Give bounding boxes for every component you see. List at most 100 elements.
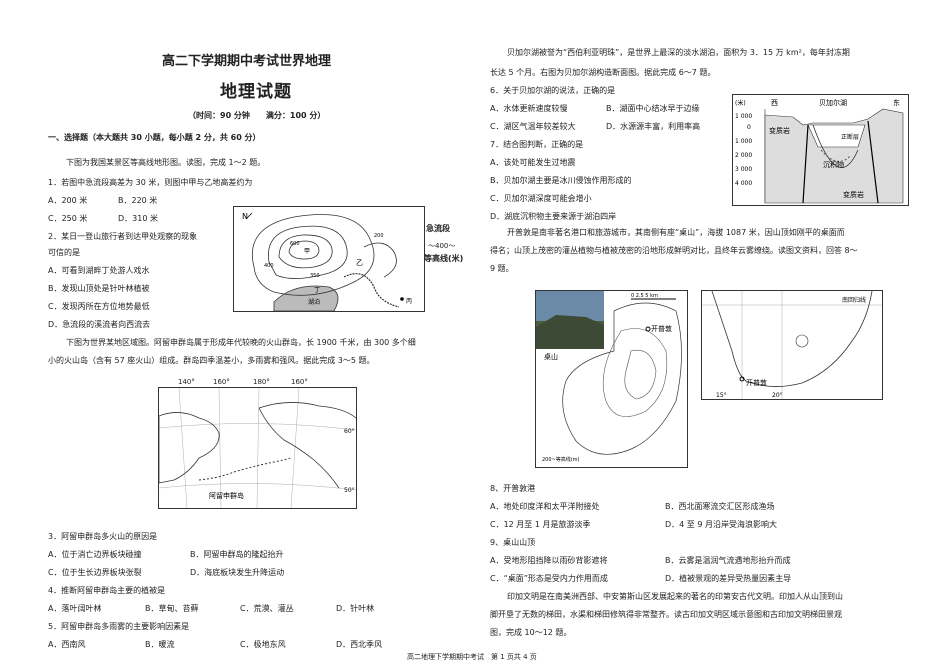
lon-20: 20° (772, 392, 783, 399)
q4-option-c[interactable]: C．荒漠、灌丛 (240, 604, 294, 614)
section-west: 西 (771, 99, 778, 107)
q6-option-a[interactable]: A．水体更新速度较慢 (490, 104, 567, 114)
intro-q10-12-line3: 图，完成 10～12 题。 (490, 628, 572, 637)
q3-option-c[interactable]: C．位于生长边界板块张裂 (48, 568, 142, 578)
q9-option-a[interactable]: A．受地形阻挡降以雨砂背影遮将 (490, 556, 607, 566)
basement-label: 变质岩 (843, 190, 864, 199)
table-mountain-label: 桌山 (544, 352, 558, 361)
q7-option-b[interactable]: B．贝加尔湖主要是冰川侵蚀作用形成的 (490, 176, 632, 186)
intro-q8-9-line3: 9 题。 (490, 264, 514, 273)
sediment-label: 沉积物 (823, 160, 844, 169)
q6-option-c[interactable]: C．湖区气温年较差较大 (490, 122, 576, 132)
q7-option-a[interactable]: A．该处可能发生过地震 (490, 158, 575, 168)
q8-option-b[interactable]: B．西北面寒流交汇区形成渔场 (665, 502, 775, 512)
question-7: 7．结合图判断，正确的是 (490, 140, 584, 149)
legend-contour: 等高线(米) (424, 254, 464, 263)
lon-180: 180° (253, 378, 270, 386)
north-label: N (242, 212, 248, 221)
legend-rapid: 急流段 (426, 224, 450, 233)
lon-160w: 160° (291, 378, 308, 386)
q8-option-c[interactable]: C．12 月至 1 月是旅游淡季 (490, 520, 590, 530)
q4-option-a[interactable]: A．落叶阔叶林 (48, 604, 101, 614)
q2-option-b[interactable]: B．发现山顶处是针叶林植被 (48, 284, 150, 294)
lon-15: 15° (716, 392, 727, 399)
q2-option-c[interactable]: C．发现丙所在方位地势最低 (48, 302, 150, 312)
q1-option-c[interactable]: C．250 米 (48, 214, 87, 224)
lat-60: 60° (344, 428, 355, 435)
intro-q3-5-line1: 下图为世界某地区域图。阿留申群岛属于形成年代较晚的火山群岛，长 1900 千米，… (66, 338, 416, 347)
ding-label: 丁 (314, 287, 320, 294)
q7-option-d[interactable]: D．湖底沉积物主要来源于湖泊四岸 (490, 212, 616, 222)
contour-map: N 甲 乙 丙 丁 湖泊 600 400 350 200 (233, 206, 425, 312)
exam-meta: （时间：90 分钟 满分：100 分） (188, 111, 326, 120)
contour-legend: 200~等高线(m) (542, 456, 580, 463)
intro-q3-5-line2: 小的火山岛（含有 57 座火山）组成。群岛四季温差小，多雨雾和强风。据此完成 3… (48, 356, 375, 365)
question-8: 8、开普敦港 (490, 484, 536, 493)
y-n1000: 1 000 (735, 138, 752, 145)
question-9: 9、桌山山顶 (490, 538, 536, 547)
question-4: 4．推断阿留申群岛主要的植被是 (48, 586, 166, 595)
section-heading: 一、选择题（本大题共 30 小题，每小题 2 分，共 60 分） (48, 133, 261, 142)
aleutian-label: 阿留申群岛 (209, 491, 244, 500)
scale-label: 0 2.5 5 km (631, 293, 658, 299)
intro-q6-7-line2: 长达 5 个月。右图为贝加尔湖构造断面图。据此完成 6～7 题。 (490, 68, 716, 77)
map-cape-town-label: 开普敦 (746, 378, 767, 387)
q5-option-c[interactable]: C．极地东风 (240, 640, 286, 650)
contour-350: 350 (310, 273, 320, 279)
q9-option-c[interactable]: C．“桌面”形态是受内力作用而成 (490, 574, 608, 584)
q7-option-c[interactable]: C．贝加尔湖深度可能会增小 (490, 194, 592, 204)
intro-q10-12-line1: 印加文明是在南美洲西部、中安第斯山区发展起来的著名的印第安古代文明。印加人从山顶… (507, 592, 843, 601)
q2-option-a[interactable]: A．可看到湖畔丁处游人戏水 (48, 266, 149, 276)
intro-q1-2: 下图为我国某景区等高线地形图。读图，完成 1～2 题。 (66, 158, 266, 167)
q5-option-a[interactable]: A．西南风 (48, 640, 85, 650)
cape-town-map: 0 2.5 5 km 开普敦 桌山 200~等高线(m) (535, 290, 688, 468)
south-africa-map: 南回归线 开普敦 15° 20° (701, 290, 883, 400)
q6-option-b[interactable]: B．湖面中心结冰早于边缘 (606, 104, 700, 114)
baikal-section: (米) 西 贝加尔湖 东 1 000 0 1 000 2 000 3 000 4… (732, 94, 909, 206)
fault-label: 正断层 (841, 133, 859, 141)
intro-q6-7-line1: 贝加尔湖被誉为“西伯利亚明珠”，是世界上最深的淡水湖泊，面积为 3．15 万 k… (507, 48, 850, 57)
question-1: 1．若图中急流段高差为 30 米，则图中甲与乙地高差约为 (48, 178, 253, 187)
y-n4000: 4 000 (735, 180, 752, 187)
q3-option-d[interactable]: D．海底板块发生升降运动 (190, 568, 284, 578)
jia-label: 甲 (304, 248, 310, 255)
metamorphic-label: 变质岩 (769, 126, 790, 135)
question-3: 3．阿留申群岛多火山的原因是 (48, 532, 158, 541)
q8-option-a[interactable]: A．地处印度洋和太平洋附接处 (490, 502, 599, 512)
q6-option-d[interactable]: D．水源源丰富，利用率高 (606, 122, 700, 132)
aleutian-map: 阿留申群岛 60° 50° (158, 387, 357, 509)
q5-option-d[interactable]: D．西北季风 (336, 640, 382, 650)
q1-option-a[interactable]: A．200 米 (48, 196, 87, 206)
question-2: 2．某日一登山旅行者到达甲处观察的现象 (48, 232, 198, 241)
q5-option-b[interactable]: B．暖流 (145, 640, 175, 650)
q8-option-d[interactable]: D．4 至 9 月沿岸受海浪影响大 (665, 520, 777, 530)
q3-option-b[interactable]: B．阿留申群岛的隆起抬升 (190, 550, 284, 560)
q3-option-a[interactable]: A．位于消亡边界板块碰撞 (48, 550, 141, 560)
section-lake: 贝加尔湖 (819, 98, 847, 107)
tropic-label: 南回归线 (842, 296, 866, 304)
section-east: 东 (893, 98, 900, 107)
q9-option-b[interactable]: B．云雾是温润气流遇地形抬升而成 (665, 556, 791, 566)
page-footer: 高二地理下学期期中考试 第 1 页共 4 页 (407, 653, 537, 661)
bing-label: 丙 (406, 298, 412, 305)
page-title: 高二下学期期中考试世界地理 (162, 54, 332, 69)
q4-option-b[interactable]: B．草甸、苔藓 (145, 604, 199, 614)
q1-option-d[interactable]: D．310 米 (118, 214, 158, 224)
question-2-cont: 可信的是 (48, 248, 80, 257)
y-1000: 1 000 (735, 113, 752, 120)
lon-160: 160° (213, 378, 230, 386)
lat-50: 50° (344, 487, 355, 494)
intro-q8-9-line1: 开普敦是南非著名港口和旅游城市，其南侧有座“桌山”，海拔 1087 米，因山顶如… (507, 228, 845, 237)
q1-option-b[interactable]: B．220 米 (118, 196, 157, 206)
contour-600: 600 (290, 241, 300, 247)
yi-label: 乙 (356, 259, 363, 267)
y-n3000: 3 000 (735, 166, 752, 173)
question-5: 5．阿留申群岛多雨雾的主要影响因素是 (48, 622, 190, 631)
q4-option-d[interactable]: D．针叶林 (336, 604, 374, 614)
lake-label: 湖泊 (308, 298, 320, 306)
intro-q10-12-line2: 脚开垦了无数的梯田，水渠和梯田修筑得非常整齐。读古印加文明区域示意图和古印加文明… (490, 610, 842, 619)
section-unit: (米) (735, 99, 746, 107)
q9-option-d[interactable]: D．植被景观的差异受热量因素主导 (665, 574, 791, 584)
q2-option-d[interactable]: D．急流段的溪流者向西流去 (48, 320, 150, 330)
page-subtitle: 地理试题 (220, 82, 292, 102)
